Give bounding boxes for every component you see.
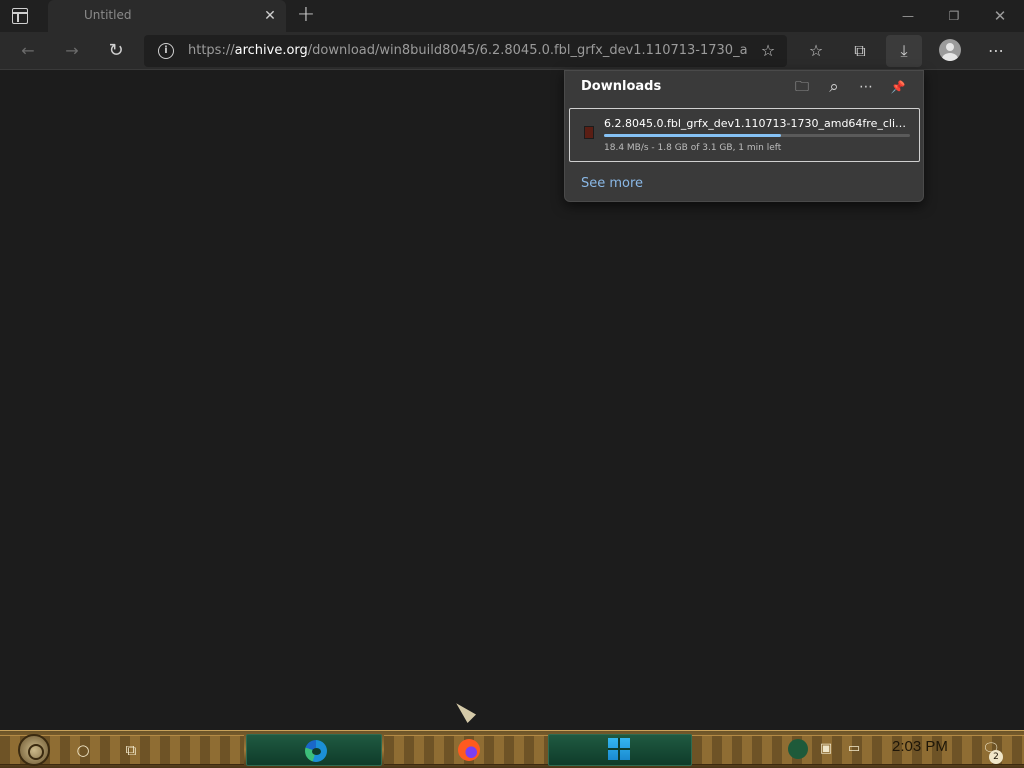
download-progress-track bbox=[604, 134, 910, 137]
pin-icon[interactable]: 📌 bbox=[888, 77, 908, 97]
tab-untitled[interactable]: Untitled ✕ bbox=[48, 0, 286, 32]
firefox-icon[interactable] bbox=[458, 739, 480, 761]
downloads-panel: Downloads 🗀 ⌕ ⋯ 📌 6.2.8045.0.fbl_grfx_de… bbox=[564, 70, 924, 202]
notification-count-badge: 2 bbox=[989, 750, 1003, 764]
downloads-button[interactable]: ⤓ bbox=[886, 35, 922, 67]
url-path: /download/win8build8045/6.2.8045.0.fbl_g… bbox=[307, 43, 748, 58]
tab-actions-icon[interactable] bbox=[12, 8, 28, 24]
download-file-name: 6.2.8045.0.fbl_grfx_dev1.110713-1730_amd… bbox=[604, 117, 910, 130]
refresh-icon[interactable]: ↻ bbox=[104, 39, 128, 63]
edge-icon bbox=[305, 740, 327, 762]
network-icon[interactable]: ▭ bbox=[844, 739, 864, 759]
favorites-icon[interactable]: ☆ bbox=[804, 39, 828, 63]
collections-icon[interactable]: ⧉ bbox=[848, 39, 872, 63]
download-arrow-icon: ⤓ bbox=[900, 41, 908, 60]
file-icon bbox=[584, 126, 594, 139]
add-favorite-icon[interactable]: ☆ bbox=[757, 40, 779, 62]
site-info-icon[interactable]: i bbox=[158, 43, 174, 59]
browser-toolbar: ← → ↻ i https://archive.org/download/win… bbox=[0, 32, 1024, 70]
taskbar-app-edge[interactable] bbox=[246, 734, 382, 766]
taskbar: ○ ⧉ bbox=[0, 730, 1024, 768]
search-icon[interactable]: ○ bbox=[72, 739, 94, 761]
back-icon[interactable]: ← bbox=[16, 39, 40, 63]
title-bar: Untitled ✕ + — ❐ ✕ bbox=[0, 0, 1024, 32]
close-window-button[interactable]: ✕ bbox=[990, 6, 1010, 26]
download-item[interactable]: 6.2.8045.0.fbl_grfx_dev1.110713-1730_amd… bbox=[569, 108, 920, 162]
start-button[interactable] bbox=[18, 734, 50, 766]
see-more-link[interactable]: See more bbox=[581, 176, 643, 191]
restore-button[interactable]: ❐ bbox=[944, 6, 964, 26]
forward-icon[interactable]: → bbox=[60, 39, 84, 63]
address-bar[interactable]: i https://archive.org/download/win8build… bbox=[144, 35, 787, 67]
download-progress-fill bbox=[604, 134, 782, 137]
url-host: archive.org bbox=[234, 43, 308, 58]
url-text[interactable]: https://archive.org/download/win8build80… bbox=[188, 43, 748, 58]
profile-avatar[interactable] bbox=[939, 39, 961, 61]
downloads-title: Downloads bbox=[581, 79, 662, 94]
meet-now-icon[interactable]: ▣ bbox=[816, 739, 836, 759]
downloads-more-icon[interactable]: ⋯ bbox=[856, 77, 876, 97]
tab-title: Untitled bbox=[84, 8, 132, 22]
task-view-icon[interactable]: ⧉ bbox=[120, 739, 142, 761]
taskbar-clock[interactable]: 2:03 PM bbox=[892, 738, 948, 755]
settings-more-icon[interactable]: ⋯ bbox=[984, 39, 1008, 63]
open-folder-icon[interactable]: 🗀 bbox=[792, 77, 812, 97]
new-tab-button[interactable]: + bbox=[296, 4, 316, 28]
minimize-button[interactable]: — bbox=[898, 6, 918, 26]
tab-close-icon[interactable]: ✕ bbox=[262, 8, 278, 24]
search-downloads-icon[interactable]: ⌕ bbox=[824, 77, 844, 97]
windows-store-icon bbox=[608, 738, 630, 760]
url-prefix: https:// bbox=[188, 43, 235, 58]
download-status: 18.4 MB/s - 1.8 GB of 3.1 GB, 1 min left bbox=[604, 143, 782, 153]
tray-app-icon[interactable] bbox=[788, 739, 808, 759]
